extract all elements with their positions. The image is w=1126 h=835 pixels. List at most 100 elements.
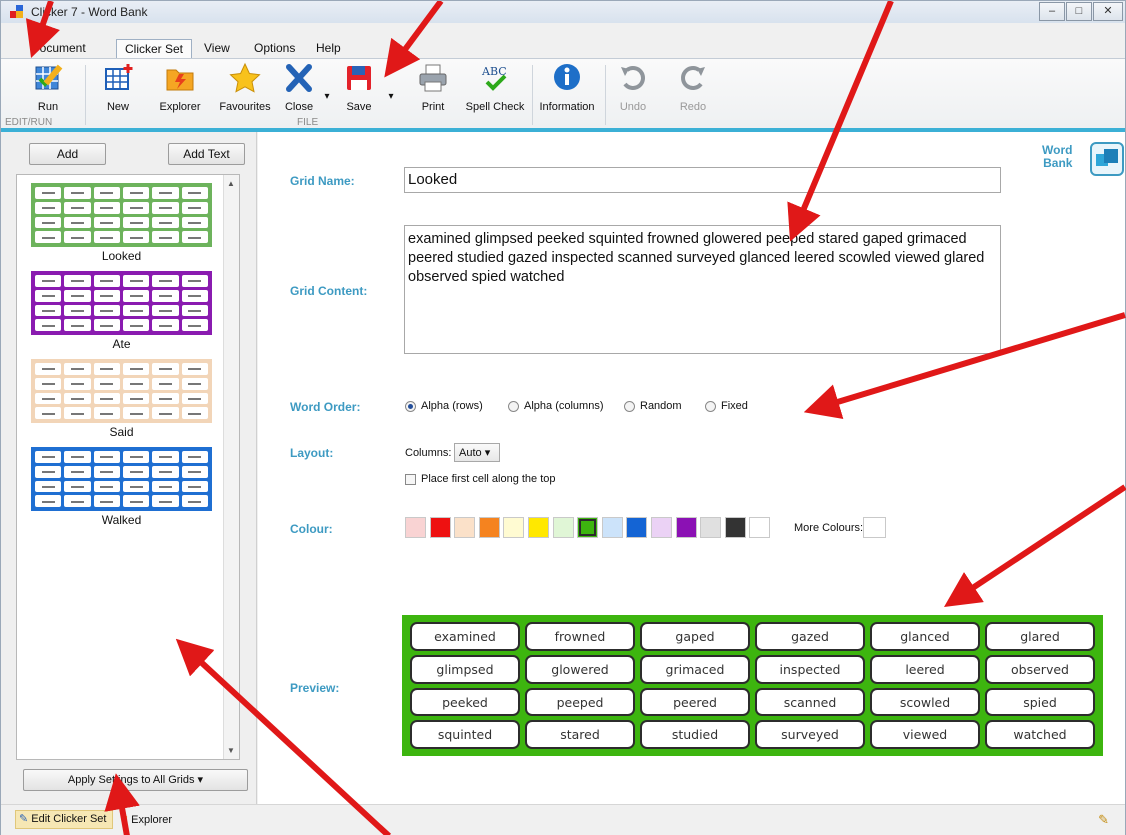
thumbnail-cell: [152, 465, 179, 478]
grid-thumbnail-said[interactable]: [31, 359, 212, 423]
colour-swatch[interactable]: [552, 517, 574, 538]
tab-options[interactable]: Options: [246, 39, 303, 59]
maximize-button[interactable]: □: [1066, 2, 1092, 21]
grid-thumbnail-ate[interactable]: [31, 271, 212, 335]
vertical-scrollbar[interactable]: ▲ ▼: [223, 175, 239, 759]
minimize-button[interactable]: –: [1039, 2, 1065, 21]
grid-name-label: Walked: [101, 513, 142, 527]
word-order-alpha-columns[interactable]: Alpha (columns): [508, 400, 603, 412]
close-set-button[interactable]: Close: [281, 61, 317, 119]
favourites-label: Favourites: [219, 101, 271, 113]
favourites-button[interactable]: Favourites: [214, 61, 276, 119]
thumbnail-cell: [35, 377, 62, 390]
columns-select[interactable]: Auto ▾: [454, 443, 500, 462]
explorer-folder-icon: ▮: [122, 814, 129, 826]
clicker-app-icon: [10, 5, 24, 19]
grid-content-label: Grid Content:: [290, 284, 368, 298]
checkbox-icon: [405, 473, 416, 485]
preview-cell: surveyed: [755, 720, 865, 749]
thumbnail-cell: [152, 289, 179, 302]
thumbnail-cell: [93, 363, 120, 375]
grid-content-textarea[interactable]: examined glimpsed peeked squinted frowne…: [404, 225, 1001, 354]
run-button[interactable]: Run: [23, 61, 73, 119]
add-button[interactable]: Add: [29, 143, 106, 165]
colour-swatch[interactable]: [626, 517, 648, 538]
preview-cell: scowled: [870, 687, 980, 717]
layout-label: Layout:: [290, 446, 334, 460]
thumbnail-cell: [35, 495, 62, 507]
colour-swatch[interactable]: [749, 517, 771, 538]
tab-clicker-set[interactable]: Clicker Set: [116, 39, 193, 59]
tab-help[interactable]: Help: [308, 39, 349, 59]
thumbnail-cell: [181, 216, 208, 229]
word-order-random[interactable]: Random: [624, 400, 682, 412]
preview-cell: viewed: [870, 720, 980, 749]
colour-swatch[interactable]: [700, 517, 722, 538]
thumbnail-cell: [64, 407, 91, 419]
thumbnail-cell: [93, 201, 120, 214]
thumbnail-cell: [123, 407, 150, 419]
thumbnail-cell: [93, 319, 120, 331]
redo-button[interactable]: Redo: [675, 61, 711, 119]
colour-swatch[interactable]: [651, 517, 672, 538]
undo-button[interactable]: Undo: [615, 61, 651, 119]
colour-swatch[interactable]: [724, 517, 746, 538]
dropdown-arrow-icon: ▾: [484, 447, 491, 459]
more-colours-swatch[interactable]: [863, 517, 886, 538]
thumbnail-cell: [35, 465, 62, 478]
grid-thumbnail-walked[interactable]: [31, 447, 212, 511]
thumbnail-cell: [181, 495, 208, 507]
word-bank-icon[interactable]: [1090, 142, 1124, 176]
run-edit-icon: [30, 61, 66, 95]
save-button[interactable]: Save: [339, 61, 379, 119]
grid-name-input[interactable]: Looked: [404, 167, 1001, 193]
edit-pencil-icon[interactable]: ✎: [1098, 812, 1109, 828]
redo-label: Redo: [679, 101, 707, 113]
tab-view[interactable]: View: [196, 39, 238, 59]
close-window-button[interactable]: ✕: [1093, 2, 1123, 21]
group-label-editrun: EDIT/RUN: [5, 117, 53, 128]
scroll-down-icon[interactable]: ▼: [227, 746, 235, 755]
apply-settings-button[interactable]: Apply Settings to All Grids ▾: [23, 769, 248, 791]
preview-label: Preview:: [290, 681, 340, 695]
edit-clicker-set-tab[interactable]: ✎ Edit Clicker Set: [15, 810, 113, 829]
tab-document[interactable]: Document: [23, 39, 94, 59]
thumbnail-cell: [93, 304, 120, 317]
thumbnail-cell: [152, 201, 179, 214]
word-order-alpha-rows[interactable]: Alpha (rows): [405, 400, 483, 412]
new-button[interactable]: New: [96, 61, 140, 119]
preview-cell: squinted: [410, 720, 520, 749]
thumbnail-cell: [64, 480, 91, 493]
colour-swatch[interactable]: [577, 517, 599, 538]
star-icon: [227, 61, 263, 95]
colour-swatch[interactable]: [405, 517, 426, 538]
information-button[interactable]: Information: [537, 61, 597, 119]
colour-swatch[interactable]: [429, 517, 451, 538]
colour-swatch[interactable]: [675, 517, 697, 538]
colour-swatch[interactable]: [528, 517, 549, 538]
explorer-button[interactable]: Explorer: [155, 61, 205, 119]
app-window: Clicker 7 - Word Bank – □ ✕ Document Cli…: [0, 0, 1126, 835]
place-first-checkbox[interactable]: Place first cell along the top: [405, 473, 556, 485]
thumbnail-cell: [152, 363, 179, 375]
thumbnail-cell: [152, 451, 179, 463]
more-colours-label: More Colours:: [794, 522, 864, 534]
colour-swatch[interactable]: [503, 517, 525, 538]
add-text-button[interactable]: Add Text: [168, 143, 245, 165]
grid-thumbnail-looked[interactable]: [31, 183, 212, 247]
colour-swatch[interactable]: [601, 517, 623, 538]
preview-cell: spied: [985, 687, 1095, 717]
colour-swatch[interactable]: [454, 517, 476, 538]
information-label: Information: [539, 101, 595, 113]
colour-swatch[interactable]: [478, 517, 500, 538]
grid-settings-panel: Word Bank Grid Name: Looked Grid Content:…: [258, 132, 1125, 804]
explorer-status-tab[interactable]: ▮ Explorer: [122, 813, 172, 826]
thumbnail-cell: [64, 465, 91, 478]
preview-cell: gaped: [640, 622, 750, 651]
preview-cell: examined: [410, 622, 520, 651]
spell-check-button[interactable]: ABC Spell Check: [465, 61, 525, 119]
word-order-fixed[interactable]: Fixed: [705, 400, 748, 412]
thumbnail-cell: [35, 289, 62, 302]
print-button[interactable]: Print: [411, 61, 455, 119]
scroll-up-icon[interactable]: ▲: [227, 179, 235, 188]
